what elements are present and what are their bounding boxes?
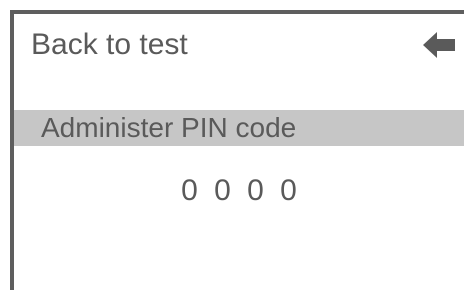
- device-screen: Back to test Administer PIN code 0 0 0 0: [10, 10, 464, 290]
- back-to-test-button[interactable]: Back to test: [14, 14, 464, 76]
- pin-code-value[interactable]: 0 0 0 0: [14, 174, 464, 208]
- back-to-test-label: Back to test: [31, 28, 188, 61]
- back-arrow-icon[interactable]: [422, 31, 458, 59]
- section-title: Administer PIN code: [41, 112, 297, 143]
- section-header: Administer PIN code: [14, 110, 464, 146]
